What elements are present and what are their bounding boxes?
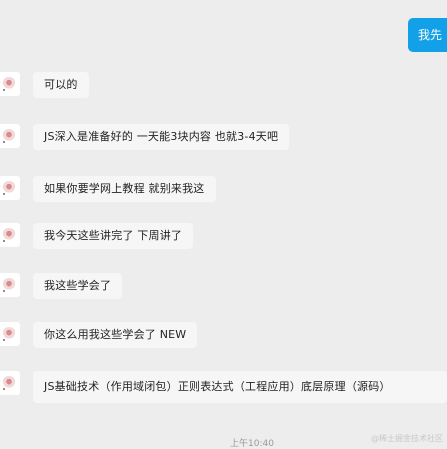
- avatar[interactable]: [0, 124, 20, 148]
- avatar-dot-icon: [3, 339, 5, 341]
- avatar-dot-icon: [3, 193, 5, 195]
- avatar-dot-icon: [3, 290, 5, 292]
- watermark: @稀土掘金技术社区: [371, 434, 443, 443]
- message-text: 我这些学会了: [44, 279, 112, 292]
- avatar-dot-icon: [3, 240, 5, 242]
- message-timestamp: 上午10:40: [230, 439, 274, 449]
- avatar[interactable]: [0, 223, 20, 247]
- message-bubble[interactable]: 可以的: [33, 72, 89, 98]
- avatar[interactable]: [0, 322, 20, 346]
- avatar-dot-icon: [3, 89, 5, 91]
- outgoing-message-bubble[interactable]: 我先: [408, 18, 447, 52]
- message-bubble[interactable]: 如果你要学网上教程 就别来我这: [33, 176, 216, 202]
- message-bubble[interactable]: 我今天这些讲完了 下周讲了: [33, 223, 194, 249]
- message-bubble[interactable]: 你这么用我这些学会了 NEW: [33, 322, 198, 348]
- avatar[interactable]: [0, 176, 20, 200]
- avatar-dot-icon: [3, 141, 5, 143]
- avatar[interactable]: [0, 371, 20, 395]
- message-bubble[interactable]: 我这些学会了: [33, 273, 123, 299]
- message-bubble[interactable]: JS深入是准备好的 一天能3块内容 也就3-4天吧: [33, 124, 290, 150]
- avatar-dot-icon: [3, 388, 5, 390]
- message-text: 可以的: [44, 78, 78, 91]
- message-bubble[interactable]: JS基础技术（作用域闭包）正则表达式（工程应用）底层原理（源码）: [33, 371, 447, 403]
- message-text: 如果你要学网上教程 就别来我这: [44, 182, 205, 195]
- message-text: 我今天这些讲完了 下周讲了: [44, 229, 183, 242]
- avatar[interactable]: [0, 273, 20, 297]
- message-text: 你这么用我这些学会了 NEW: [44, 328, 187, 341]
- chat-window: 我先 可以的 JS深入是准备好的 一天能3块内容 也就3-4天吧 如果你要学网上…: [0, 0, 447, 449]
- avatar[interactable]: [0, 72, 20, 96]
- message-text: JS基础技术（作用域闭包）正则表达式（工程应用）底层原理（源码）: [44, 380, 391, 393]
- outgoing-message-text: 我先: [418, 28, 443, 42]
- message-text: JS深入是准备好的 一天能3块内容 也就3-4天吧: [44, 130, 279, 143]
